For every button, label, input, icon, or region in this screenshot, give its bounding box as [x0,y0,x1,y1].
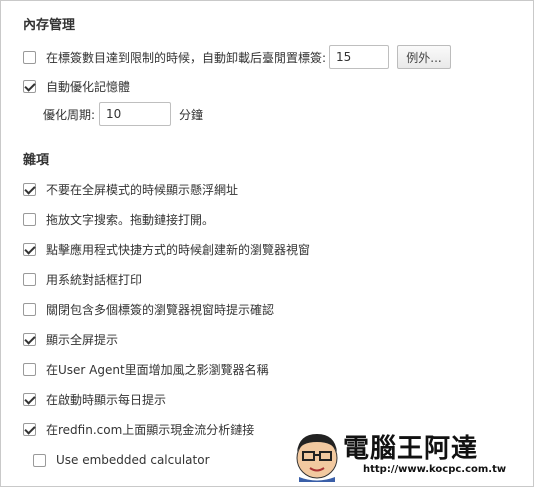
embedded-calculator-row[interactable]: Use embedded calculator [33,451,210,469]
misc-item[interactable]: 不要在全屏模式的時候顯示懸浮網址 [23,180,238,198]
embedded-calculator-label: Use embedded calculator [56,453,210,467]
settings-panel: 內存管理 在標簽數目達到限制的時候，自動卸載后臺閒置標簽: 15 例外... 自… [0,0,534,487]
period-unit: 分鐘 [179,107,204,122]
misc-item-label: 不要在全屏模式的時候顯示懸浮網址 [46,182,239,197]
misc-checkbox[interactable] [23,182,36,196]
misc-item-label: 用系統對話框打印 [46,272,143,287]
misc-item[interactable]: 點擊應用程式快捷方式的時候創建新的瀏覽器視窗 [23,240,310,258]
misc-item[interactable]: 關閉包含多個標簽的瀏覽器視窗時提示確認 [23,300,274,318]
watermark-brand: 電腦王阿達 [343,434,479,464]
exceptions-button[interactable]: 例外... [397,45,451,69]
misc-item-label: 在redfin.com上面顯示現金流分析鏈接 [46,422,255,437]
misc-item-label: 在啟動時顯示每日提示 [46,392,167,407]
misc-item[interactable]: 在User Agent里面增加風之影瀏覽器名稱 [23,360,269,378]
misc-item-label: 拖放文字搜索。拖動鏈接打開。 [46,212,215,227]
misc-checkbox[interactable] [23,302,36,316]
misc-section-title: 雜項 [23,153,50,168]
site-watermark: 電腦王阿達 http://www.kocpc.com.tw [277,422,527,482]
misc-item-label: 顯示全屏提示 [46,332,119,347]
misc-item[interactable]: 顯示全屏提示 [23,330,118,348]
misc-item[interactable]: 拖放文字搜索。拖動鏈接打開。 [23,210,214,228]
tab-limit-checkbox[interactable] [23,50,36,64]
misc-checkbox[interactable] [23,332,36,346]
auto-optimize-checkbox[interactable] [23,79,36,93]
misc-item[interactable]: 在啟動時顯示每日提示 [23,390,166,408]
tab-limit-input[interactable]: 15 [329,45,389,69]
memory-section-title: 內存管理 [23,18,76,33]
period-row: 優化周期: 10 分鐘 [43,102,203,126]
tab-limit-row[interactable]: 在標簽數目達到限制的時候，自動卸載后臺閒置標簽: [23,48,326,66]
period-input[interactable]: 10 [99,102,172,126]
misc-item[interactable]: 在redfin.com上面顯示現金流分析鏈接 [23,420,254,438]
auto-optimize-row[interactable]: 自動優化記憶體 [23,77,130,95]
misc-item-label: 點擊應用程式快捷方式的時候創建新的瀏覽器視窗 [46,242,311,257]
misc-checkbox[interactable] [23,422,36,436]
watermark-url: http://www.kocpc.com.tw [363,464,507,475]
misc-item[interactable]: 用系統對話框打印 [23,270,142,288]
period-label: 優化周期: [43,107,96,122]
misc-item-label: 在User Agent里面增加風之影瀏覽器名稱 [46,362,269,377]
tab-limit-label: 在標簽數目達到限制的時候，自動卸載后臺閒置標簽: [46,50,327,65]
misc-checkbox[interactable] [23,362,36,376]
auto-optimize-label: 自動優化記憶體 [46,79,131,94]
misc-item-label: 關閉包含多個標簽的瀏覽器視窗時提示確認 [46,302,275,317]
misc-checkbox[interactable] [23,272,36,286]
misc-checkbox[interactable] [23,242,36,256]
misc-checkbox[interactable] [23,212,36,226]
misc-checkbox[interactable] [23,392,36,406]
embedded-calculator-checkbox[interactable] [33,453,46,467]
